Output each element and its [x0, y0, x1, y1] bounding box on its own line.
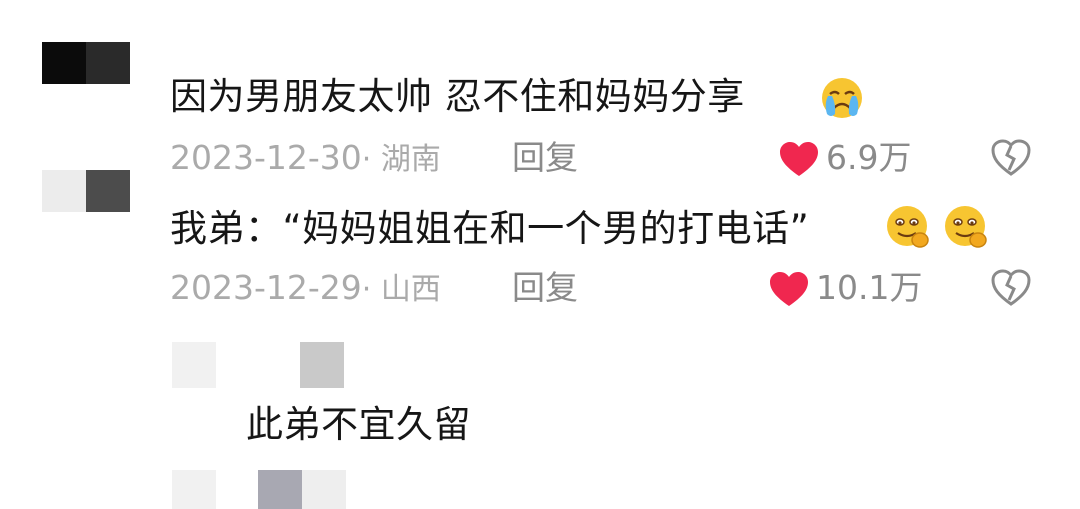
comment-text: 因为男朋友太帅 忍不住和妈妈分享: [170, 75, 745, 118]
reply-button[interactable]: 回复: [512, 268, 578, 308]
comment-text: 我弟：“妈妈姐姐在和一个男的打电话”: [170, 207, 810, 250]
comment-date: 2023-12-29· 山西: [170, 268, 441, 307]
drooling-yum-face-emoji: [887, 206, 929, 248]
heart-icon[interactable]: [768, 270, 810, 308]
avatar[interactable]: [172, 342, 348, 388]
avatar[interactable]: [172, 470, 348, 509]
comment-text: 此弟不宜久留: [246, 403, 471, 446]
heart-icon[interactable]: [778, 140, 820, 178]
reply-button[interactable]: 回复: [512, 138, 578, 178]
dislike-icon[interactable]: [990, 268, 1032, 308]
like-count: 10.1万: [816, 268, 923, 307]
comment-date: 2023-12-30· 湖南: [170, 138, 441, 177]
avatar[interactable]: [42, 42, 130, 84]
crying-face-emoji: [822, 78, 862, 118]
avatar[interactable]: [42, 170, 130, 212]
dislike-icon[interactable]: [990, 138, 1032, 178]
drooling-yum-face-emoji: [945, 206, 987, 248]
like-count: 6.9万: [826, 138, 912, 177]
